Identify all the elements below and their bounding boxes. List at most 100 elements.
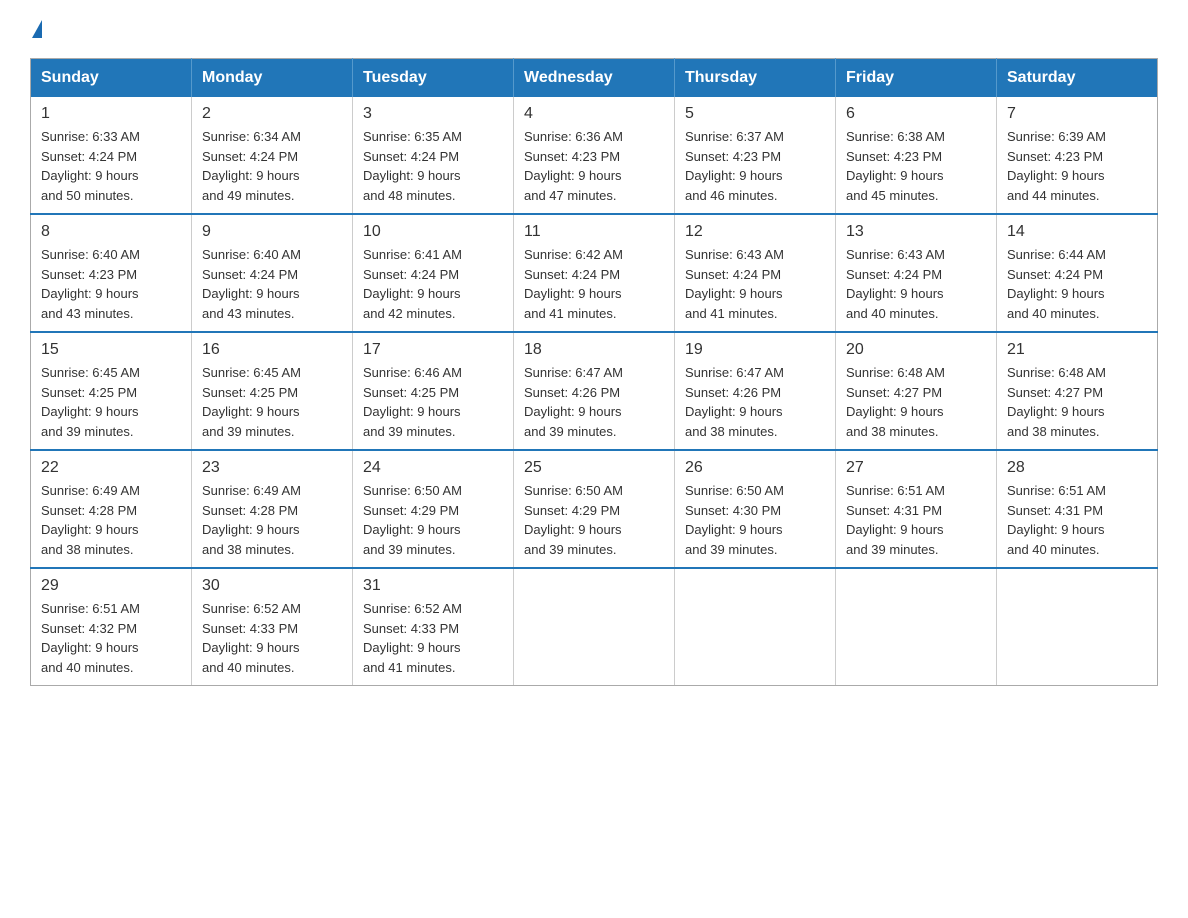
day-number: 16 xyxy=(202,341,342,359)
calendar-cell: 13 Sunrise: 6:43 AMSunset: 4:24 PMDaylig… xyxy=(836,214,997,332)
weekday-header-sunday: Sunday xyxy=(31,59,192,98)
calendar-cell: 29 Sunrise: 6:51 AMSunset: 4:32 PMDaylig… xyxy=(31,568,192,686)
day-number: 20 xyxy=(846,341,986,359)
day-info: Sunrise: 6:40 AMSunset: 4:23 PMDaylight:… xyxy=(41,245,181,323)
calendar-cell xyxy=(836,568,997,686)
day-number: 23 xyxy=(202,459,342,477)
day-info: Sunrise: 6:45 AMSunset: 4:25 PMDaylight:… xyxy=(202,363,342,441)
calendar-cell: 7 Sunrise: 6:39 AMSunset: 4:23 PMDayligh… xyxy=(997,97,1158,214)
day-info: Sunrise: 6:37 AMSunset: 4:23 PMDaylight:… xyxy=(685,127,825,205)
day-info: Sunrise: 6:48 AMSunset: 4:27 PMDaylight:… xyxy=(1007,363,1147,441)
day-number: 17 xyxy=(363,341,503,359)
day-info: Sunrise: 6:40 AMSunset: 4:24 PMDaylight:… xyxy=(202,245,342,323)
day-info: Sunrise: 6:52 AMSunset: 4:33 PMDaylight:… xyxy=(363,599,503,677)
calendar-week-row: 29 Sunrise: 6:51 AMSunset: 4:32 PMDaylig… xyxy=(31,568,1158,686)
day-info: Sunrise: 6:33 AMSunset: 4:24 PMDaylight:… xyxy=(41,127,181,205)
calendar-header-row: SundayMondayTuesdayWednesdayThursdayFrid… xyxy=(31,59,1158,98)
day-number: 5 xyxy=(685,105,825,123)
day-number: 18 xyxy=(524,341,664,359)
day-info: Sunrise: 6:51 AMSunset: 4:31 PMDaylight:… xyxy=(1007,481,1147,559)
day-number: 14 xyxy=(1007,223,1147,241)
day-number: 21 xyxy=(1007,341,1147,359)
day-number: 30 xyxy=(202,577,342,595)
day-number: 2 xyxy=(202,105,342,123)
calendar-cell: 28 Sunrise: 6:51 AMSunset: 4:31 PMDaylig… xyxy=(997,450,1158,568)
day-info: Sunrise: 6:35 AMSunset: 4:24 PMDaylight:… xyxy=(363,127,503,205)
day-number: 9 xyxy=(202,223,342,241)
calendar-cell: 6 Sunrise: 6:38 AMSunset: 4:23 PMDayligh… xyxy=(836,97,997,214)
calendar-cell: 5 Sunrise: 6:37 AMSunset: 4:23 PMDayligh… xyxy=(675,97,836,214)
calendar-cell: 2 Sunrise: 6:34 AMSunset: 4:24 PMDayligh… xyxy=(192,97,353,214)
day-number: 1 xyxy=(41,105,181,123)
day-info: Sunrise: 6:38 AMSunset: 4:23 PMDaylight:… xyxy=(846,127,986,205)
calendar-cell: 25 Sunrise: 6:50 AMSunset: 4:29 PMDaylig… xyxy=(514,450,675,568)
day-info: Sunrise: 6:42 AMSunset: 4:24 PMDaylight:… xyxy=(524,245,664,323)
calendar-cell: 17 Sunrise: 6:46 AMSunset: 4:25 PMDaylig… xyxy=(353,332,514,450)
calendar-table: SundayMondayTuesdayWednesdayThursdayFrid… xyxy=(30,58,1158,686)
calendar-cell: 8 Sunrise: 6:40 AMSunset: 4:23 PMDayligh… xyxy=(31,214,192,332)
calendar-cell: 12 Sunrise: 6:43 AMSunset: 4:24 PMDaylig… xyxy=(675,214,836,332)
calendar-cell: 20 Sunrise: 6:48 AMSunset: 4:27 PMDaylig… xyxy=(836,332,997,450)
calendar-week-row: 8 Sunrise: 6:40 AMSunset: 4:23 PMDayligh… xyxy=(31,214,1158,332)
day-info: Sunrise: 6:47 AMSunset: 4:26 PMDaylight:… xyxy=(685,363,825,441)
day-info: Sunrise: 6:49 AMSunset: 4:28 PMDaylight:… xyxy=(202,481,342,559)
day-number: 6 xyxy=(846,105,986,123)
calendar-cell: 23 Sunrise: 6:49 AMSunset: 4:28 PMDaylig… xyxy=(192,450,353,568)
day-number: 25 xyxy=(524,459,664,477)
day-info: Sunrise: 6:50 AMSunset: 4:29 PMDaylight:… xyxy=(363,481,503,559)
day-number: 19 xyxy=(685,341,825,359)
calendar-cell: 10 Sunrise: 6:41 AMSunset: 4:24 PMDaylig… xyxy=(353,214,514,332)
logo xyxy=(30,20,44,38)
calendar-cell xyxy=(675,568,836,686)
day-info: Sunrise: 6:50 AMSunset: 4:30 PMDaylight:… xyxy=(685,481,825,559)
logo-triangle-icon xyxy=(32,20,42,38)
calendar-cell: 30 Sunrise: 6:52 AMSunset: 4:33 PMDaylig… xyxy=(192,568,353,686)
day-info: Sunrise: 6:36 AMSunset: 4:23 PMDaylight:… xyxy=(524,127,664,205)
calendar-cell: 24 Sunrise: 6:50 AMSunset: 4:29 PMDaylig… xyxy=(353,450,514,568)
weekday-header-friday: Friday xyxy=(836,59,997,98)
day-info: Sunrise: 6:45 AMSunset: 4:25 PMDaylight:… xyxy=(41,363,181,441)
day-number: 13 xyxy=(846,223,986,241)
page-header xyxy=(30,20,1158,38)
weekday-header-tuesday: Tuesday xyxy=(353,59,514,98)
day-info: Sunrise: 6:39 AMSunset: 4:23 PMDaylight:… xyxy=(1007,127,1147,205)
calendar-cell: 9 Sunrise: 6:40 AMSunset: 4:24 PMDayligh… xyxy=(192,214,353,332)
calendar-cell: 18 Sunrise: 6:47 AMSunset: 4:26 PMDaylig… xyxy=(514,332,675,450)
calendar-week-row: 22 Sunrise: 6:49 AMSunset: 4:28 PMDaylig… xyxy=(31,450,1158,568)
calendar-cell: 21 Sunrise: 6:48 AMSunset: 4:27 PMDaylig… xyxy=(997,332,1158,450)
day-number: 28 xyxy=(1007,459,1147,477)
day-info: Sunrise: 6:52 AMSunset: 4:33 PMDaylight:… xyxy=(202,599,342,677)
day-info: Sunrise: 6:43 AMSunset: 4:24 PMDaylight:… xyxy=(846,245,986,323)
day-number: 22 xyxy=(41,459,181,477)
weekday-header-monday: Monday xyxy=(192,59,353,98)
day-number: 7 xyxy=(1007,105,1147,123)
calendar-cell: 31 Sunrise: 6:52 AMSunset: 4:33 PMDaylig… xyxy=(353,568,514,686)
weekday-header-saturday: Saturday xyxy=(997,59,1158,98)
day-number: 31 xyxy=(363,577,503,595)
calendar-cell: 1 Sunrise: 6:33 AMSunset: 4:24 PMDayligh… xyxy=(31,97,192,214)
calendar-cell: 11 Sunrise: 6:42 AMSunset: 4:24 PMDaylig… xyxy=(514,214,675,332)
day-number: 4 xyxy=(524,105,664,123)
calendar-cell: 16 Sunrise: 6:45 AMSunset: 4:25 PMDaylig… xyxy=(192,332,353,450)
calendar-cell xyxy=(514,568,675,686)
day-number: 10 xyxy=(363,223,503,241)
calendar-week-row: 15 Sunrise: 6:45 AMSunset: 4:25 PMDaylig… xyxy=(31,332,1158,450)
calendar-cell: 22 Sunrise: 6:49 AMSunset: 4:28 PMDaylig… xyxy=(31,450,192,568)
calendar-week-row: 1 Sunrise: 6:33 AMSunset: 4:24 PMDayligh… xyxy=(31,97,1158,214)
day-info: Sunrise: 6:51 AMSunset: 4:31 PMDaylight:… xyxy=(846,481,986,559)
day-number: 24 xyxy=(363,459,503,477)
day-number: 29 xyxy=(41,577,181,595)
weekday-header-wednesday: Wednesday xyxy=(514,59,675,98)
calendar-cell xyxy=(997,568,1158,686)
calendar-cell: 27 Sunrise: 6:51 AMSunset: 4:31 PMDaylig… xyxy=(836,450,997,568)
day-info: Sunrise: 6:46 AMSunset: 4:25 PMDaylight:… xyxy=(363,363,503,441)
day-info: Sunrise: 6:47 AMSunset: 4:26 PMDaylight:… xyxy=(524,363,664,441)
day-number: 27 xyxy=(846,459,986,477)
calendar-cell: 19 Sunrise: 6:47 AMSunset: 4:26 PMDaylig… xyxy=(675,332,836,450)
day-info: Sunrise: 6:51 AMSunset: 4:32 PMDaylight:… xyxy=(41,599,181,677)
day-info: Sunrise: 6:34 AMSunset: 4:24 PMDaylight:… xyxy=(202,127,342,205)
weekday-header-thursday: Thursday xyxy=(675,59,836,98)
day-info: Sunrise: 6:48 AMSunset: 4:27 PMDaylight:… xyxy=(846,363,986,441)
day-info: Sunrise: 6:41 AMSunset: 4:24 PMDaylight:… xyxy=(363,245,503,323)
day-info: Sunrise: 6:44 AMSunset: 4:24 PMDaylight:… xyxy=(1007,245,1147,323)
